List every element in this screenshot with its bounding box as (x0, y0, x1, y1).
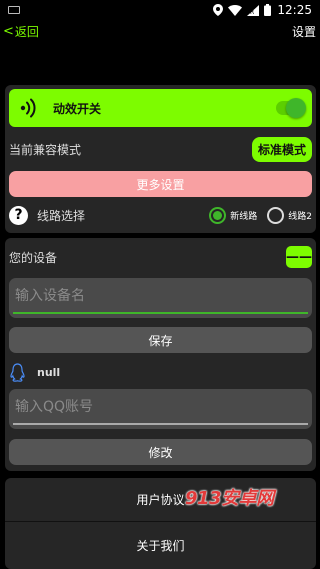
effects-toggle-row[interactable]: 动效开关 (9, 89, 312, 127)
qq-penguin-icon (10, 362, 25, 382)
status-bar: R 12:25 (0, 0, 320, 20)
device-name-input[interactable] (15, 288, 306, 308)
qq-row: null (9, 361, 60, 383)
status-icons: R (213, 4, 272, 16)
device-title: 您的设备 (9, 250, 58, 265)
save-button[interactable]: 保存 (9, 327, 312, 353)
top-nav: < 返回 设置 (0, 20, 320, 42)
signal-icon: R (247, 4, 260, 16)
qq-account-input[interactable] (15, 399, 306, 419)
effects-label: 动效开关 (53, 101, 102, 116)
status-bar-right: R 12:25 (213, 3, 312, 17)
device-header: 您的设备 —— (9, 246, 312, 268)
settings-link[interactable]: 设置 (292, 23, 316, 40)
input-underline (13, 423, 308, 425)
route-option-2[interactable]: 线路2 (267, 206, 312, 224)
more-settings-button[interactable]: 更多设置 (9, 171, 312, 197)
radio-selected-icon (209, 206, 227, 224)
modify-button[interactable]: 修改 (9, 439, 312, 465)
settings-card: 动效开关 当前兼容模式 标准模式 更多设置 ? 线路选择 新线路 线路2 (5, 85, 316, 233)
device-card: 您的设备 —— 保存 null 修改 (5, 238, 316, 471)
about-us-item[interactable]: 关于我们 (5, 523, 316, 567)
collapse-button[interactable]: —— (286, 246, 312, 268)
keyboard-icon (8, 6, 20, 14)
device-name-field (9, 278, 312, 318)
route-option-label: 线路2 (288, 211, 312, 222)
toggle-knob (286, 98, 306, 118)
route-option-new[interactable]: 新线路 (209, 206, 258, 224)
status-time: 12:25 (277, 3, 312, 17)
location-icon (213, 4, 224, 16)
qq-account-field (9, 389, 312, 429)
back-label: 返回 (14, 24, 39, 39)
compat-mode-button[interactable]: 标准模式 (251, 136, 312, 162)
route-option-label: 新线路 (230, 211, 258, 222)
route-radio-group: 新线路 线路2 (209, 206, 312, 224)
radio-unselected-icon (267, 206, 285, 224)
vibration-icon (20, 98, 36, 118)
route-label: 线路选择 (37, 208, 86, 223)
wifi-icon (228, 4, 243, 16)
svg-text:R: R (250, 9, 254, 16)
battery-icon (264, 4, 272, 16)
input-underline (13, 312, 308, 314)
chevron-left-icon: < (3, 23, 14, 39)
back-button[interactable]: < 返回 (3, 23, 39, 40)
effects-toggle[interactable] (276, 98, 306, 118)
route-select-row: ? 线路选择 新线路 线路2 (9, 204, 312, 226)
compat-mode-label: 当前兼容模式 (9, 142, 82, 157)
help-icon[interactable]: ? (9, 205, 28, 225)
compat-mode-row: 当前兼容模式 标准模式 (9, 136, 312, 162)
watermark: 913安卓网 (185, 488, 274, 509)
qq-value: null (37, 365, 61, 379)
